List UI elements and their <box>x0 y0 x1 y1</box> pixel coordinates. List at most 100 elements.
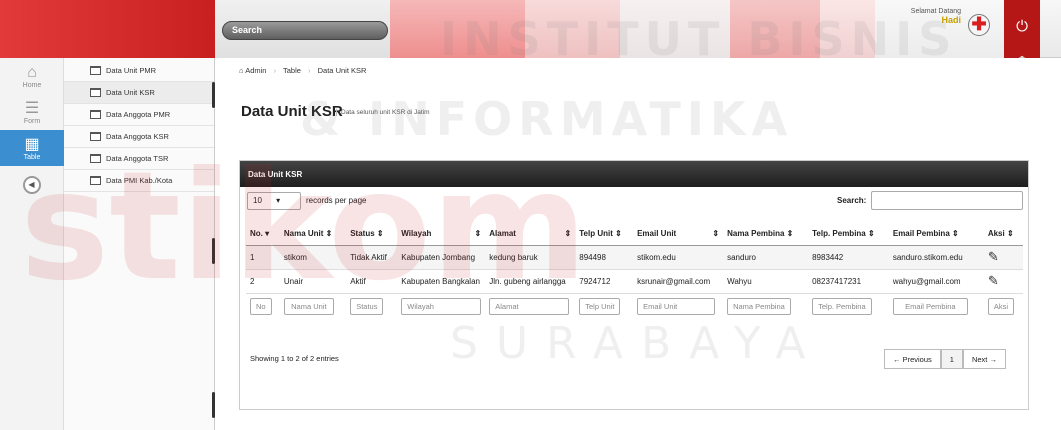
records-per-page-select[interactable]: 10 ▾ <box>247 192 301 210</box>
icon-rail: ⌂ Home ☰ Form ▦ Table ◀ <box>0 58 64 430</box>
filter-nama-pembina[interactable]: Nama Pembina <box>727 297 791 315</box>
table-controls: 10 ▾ records per page Search: <box>240 187 1028 217</box>
filter-wilayah[interactable]: Wilayah <box>401 297 482 315</box>
cell: 1 <box>246 244 280 269</box>
submenu-item-unit-pmr[interactable]: Data Unit PMR <box>64 60 214 82</box>
top-bar: Search Selamat Datang Hadi ✚ ⏻ <box>0 0 1061 68</box>
filter-alamat[interactable]: Alamat <box>489 297 570 315</box>
resize-handle[interactable] <box>212 392 215 418</box>
col-header[interactable]: Email Unit ⇕ <box>633 222 724 246</box>
page-subtitle: Data seluruh unit KSR di Jatim <box>336 109 430 116</box>
cell: 7924712 <box>575 268 634 293</box>
cell: Unair <box>279 268 347 293</box>
cell: 2 <box>246 268 280 293</box>
resize-handle[interactable] <box>212 238 215 264</box>
rail-item-home[interactable]: ⌂ Home <box>0 58 64 94</box>
filter-email-pembina[interactable]: Email Pembina <box>892 297 968 315</box>
table-icon: ▦ <box>24 136 40 153</box>
filter-email-unit[interactable]: Email Unit <box>637 297 716 315</box>
welcome-text: Selamat Datang <box>910 8 961 15</box>
prev-page-button[interactable]: ← Previous <box>884 349 941 369</box>
filter-status[interactable]: Status <box>350 297 384 315</box>
filter-telp-pembina[interactable]: Telp. Pembina <box>812 297 872 315</box>
submenu: Data Unit PMR Data Unit KSR Data Anggota… <box>64 58 215 430</box>
cell: Kabupaten Bangkalan <box>397 268 486 293</box>
edit-pencil-icon[interactable]: ✎ <box>988 249 999 264</box>
table-search-input[interactable] <box>871 191 1023 210</box>
submenu-label: Data Anggota KSR <box>106 132 169 141</box>
folder-icon <box>90 176 101 185</box>
table-search-label: Search: <box>837 196 867 205</box>
submenu-label: Data Anggota PMR <box>106 110 171 119</box>
home-icon: ⌂ <box>239 66 244 75</box>
table-header-row: No. ▾ Nama Unit ⇕ Status ⇕ Wilayah ⇕ Ala… <box>246 222 1023 246</box>
breadcrumb-current: Data Unit KSR <box>317 66 367 75</box>
rail-item-form[interactable]: ☰ Form <box>0 94 64 130</box>
brand-logo <box>0 0 215 58</box>
col-header[interactable]: Aksi ⇕ <box>983 222 1023 246</box>
cell: Kabupaten Jombang <box>397 244 486 269</box>
cell: 894498 <box>575 244 634 269</box>
submenu-item-anggota-tsr[interactable]: Data Anggota TSR <box>64 148 214 170</box>
action-cell: ✎ <box>983 244 1023 269</box>
cell: 08237417231 <box>808 268 889 293</box>
filter-nama-unit[interactable]: Nama Unit <box>283 297 334 315</box>
records-per-page-value: 10 <box>253 196 262 205</box>
col-header[interactable]: No. ▾ <box>246 222 280 246</box>
rail-label: Form <box>23 118 41 125</box>
red-cross-icon[interactable]: ✚ <box>968 14 990 36</box>
resize-handle[interactable] <box>212 82 215 108</box>
page-title: Data Unit KSR <box>241 103 343 120</box>
cell: 8983442 <box>808 244 889 269</box>
user-greeting: Selamat Datang Hadi <box>905 8 961 25</box>
cell: sanduro <box>723 244 809 269</box>
user-name: Hadi <box>941 15 961 25</box>
breadcrumb-table[interactable]: Table <box>283 66 301 75</box>
col-header[interactable]: Alamat ⇕ <box>485 222 576 246</box>
cell: wahyu@gmail.com <box>888 268 984 293</box>
edit-pencil-icon[interactable]: ✎ <box>988 273 999 288</box>
cell: Tidak Aktif <box>346 244 398 269</box>
list-icon: ☰ <box>24 100 40 117</box>
folder-icon <box>90 110 101 119</box>
home-icon: ⌂ <box>27 64 37 81</box>
cell: stikom <box>279 244 347 269</box>
table-row: 1 stikom Tidak Aktif Kabupaten Jombang k… <box>246 244 1023 269</box>
filter-aksi[interactable]: Aksi <box>987 297 1014 315</box>
cell: Wahyu <box>723 268 809 293</box>
data-table: No. ▾ Nama Unit ⇕ Status ⇕ Wilayah ⇕ Ala… <box>246 222 1023 319</box>
submenu-label: Data Unit PMR <box>106 66 157 75</box>
submenu-item-anggota-ksr[interactable]: Data Anggota KSR <box>64 126 214 148</box>
breadcrumb-admin[interactable]: Admin <box>245 66 266 75</box>
pagination: ← Previous 1 Next → <box>884 349 1006 369</box>
table-row: 2 Unair Aktif Kabupaten Bangkalan Jln. g… <box>246 268 1023 293</box>
col-header[interactable]: Wilayah ⇕ <box>397 222 486 246</box>
col-header[interactable]: Telp. Pembina ⇕ <box>808 222 889 246</box>
col-header[interactable]: Status ⇕ <box>346 222 398 246</box>
action-cell: ✎ <box>983 268 1023 293</box>
cell: sanduro.stikom.edu <box>888 244 984 269</box>
rail-label: Home <box>22 82 42 89</box>
panel-title: Data Unit KSR <box>240 161 1028 187</box>
rail-item-table[interactable]: ▦ Table <box>0 130 64 166</box>
table-info: Showing 1 to 2 of 2 entries <box>250 354 339 363</box>
submenu-label: Data Unit KSR <box>106 88 155 97</box>
col-header[interactable]: Email Pembina ⇕ <box>888 222 984 246</box>
submenu-item-unit-ksr[interactable]: Data Unit KSR <box>64 82 214 104</box>
col-header[interactable]: Telp Unit ⇕ <box>575 222 634 246</box>
breadcrumb: ⌂ Admin › Table › Data Unit KSR <box>239 66 367 75</box>
global-search-input[interactable]: Search <box>222 21 388 40</box>
folder-icon <box>90 66 101 75</box>
submenu-item-anggota-pmr[interactable]: Data Anggota PMR <box>64 104 214 126</box>
folder-icon <box>90 154 101 163</box>
collapse-left-icon[interactable]: ◀ <box>22 176 41 194</box>
filter-no[interactable]: No <box>250 297 272 315</box>
next-page-button[interactable]: Next → <box>962 349 1006 369</box>
submenu-item-pmi-kab-kota[interactable]: Data PMI Kab./Kota <box>64 170 214 192</box>
col-header[interactable]: Nama Pembina ⇕ <box>723 222 809 246</box>
col-header[interactable]: Nama Unit ⇕ <box>279 222 347 246</box>
filter-telp-unit[interactable]: Telp Unit <box>579 297 621 315</box>
cell: ksrunair@gmail.com <box>633 268 724 293</box>
dropdown-arrow-icon: ▾ <box>276 196 281 205</box>
page-1-button[interactable]: 1 <box>940 349 963 369</box>
